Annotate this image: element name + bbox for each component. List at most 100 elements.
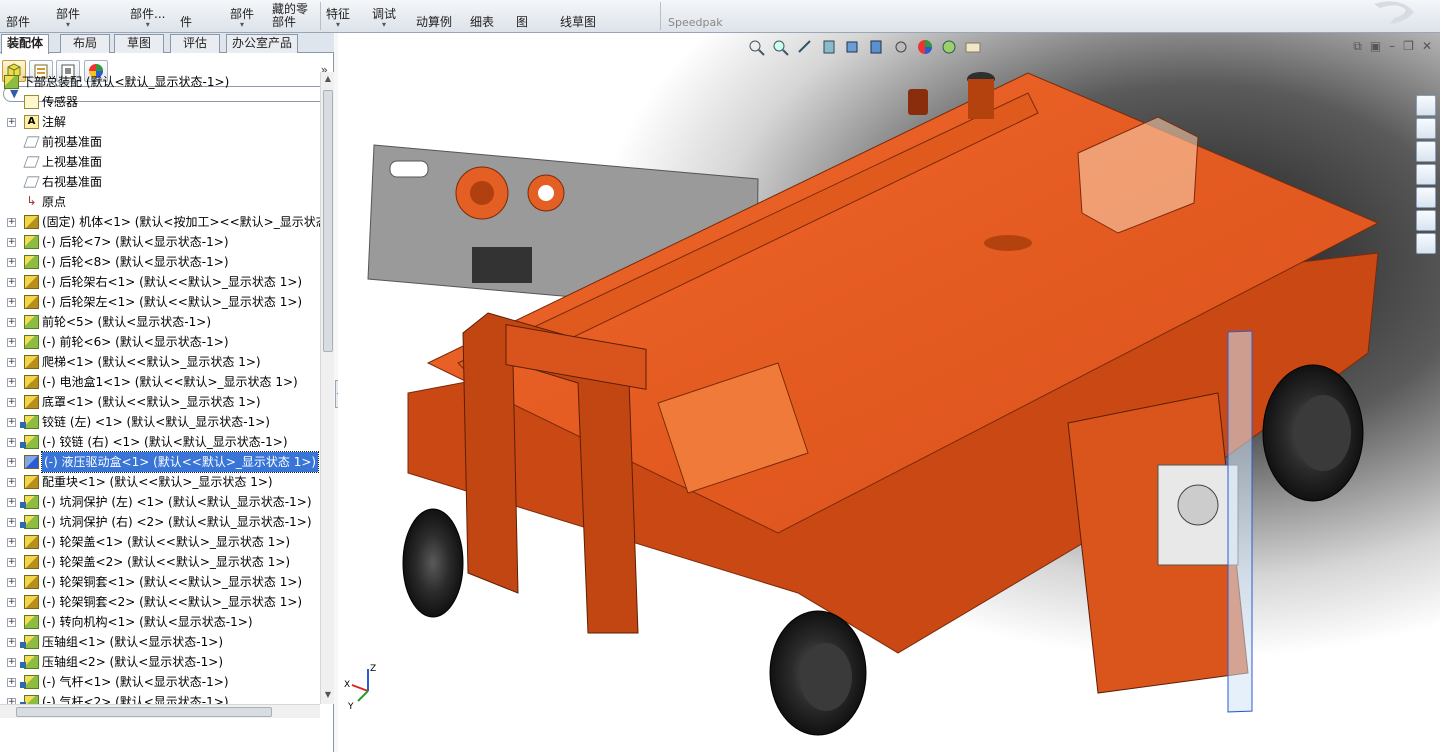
tree-expand-icon[interactable]: + (7, 338, 16, 347)
ribbon-button-0[interactable]: 部件 (6, 0, 30, 32)
scroll-up-icon[interactable]: ▲ (323, 74, 333, 86)
ribbon-button-8[interactable]: 调试 ▾ (372, 0, 396, 32)
tree-item[interactable]: + 铰链 (左) <1> (默认<默认_显示状态-1>) (0, 412, 320, 432)
ribbon-button-10[interactable]: 细表 (470, 0, 494, 32)
tree-item[interactable]: + (-) 轮架铜套<2> (默认<<默认>_显示状态 1>) (0, 592, 320, 612)
restore-viewport-icon[interactable]: ⧉ (1353, 39, 1362, 54)
tree-item[interactable]: + 前轮<5> (默认<显示状态-1>) (0, 312, 320, 332)
dropdown-caret-icon[interactable]: ▾ (240, 21, 244, 29)
tree-item[interactable]: 右视基准面 (0, 172, 320, 192)
tree-vertical-scrollbar[interactable]: ▲ ▼ (320, 72, 334, 704)
tree-item[interactable]: + (-) 铰链 (右) <1> (默认<默认_显示状态-1>) (0, 432, 320, 452)
apply-scene-icon[interactable] (938, 37, 960, 57)
tab-4[interactable]: 办公室产品 (226, 34, 298, 53)
dropdown-caret-icon[interactable]: ▾ (336, 21, 340, 29)
tree-item[interactable]: + (-) 液压驱动盒<1> (默认<<默认>_显示状态 1>) (0, 451, 320, 473)
tree-item[interactable]: 传感器 (0, 92, 320, 112)
previous-view-icon[interactable] (794, 37, 816, 57)
tree-expand-icon[interactable]: + (7, 478, 16, 487)
tab-1[interactable]: 布局 (60, 34, 110, 53)
tree-expand-icon[interactable]: + (7, 598, 16, 607)
ribbon-button-11[interactable]: 图 (516, 0, 528, 32)
zoom-to-fit-icon[interactable] (746, 37, 768, 57)
edit-appearance-icon[interactable] (914, 37, 936, 57)
tree-item[interactable]: + (-) 气杆<1> (默认<显示状态-1>) (0, 672, 320, 692)
tree-expand-icon[interactable]: + (7, 218, 16, 227)
tree-item[interactable]: + (-) 轮架盖<1> (默认<<默认>_显示状态 1>) (0, 532, 320, 552)
scroll-thumb[interactable] (323, 90, 333, 352)
tree-expand-icon[interactable]: + (7, 578, 16, 587)
view-orientation-icon[interactable] (842, 37, 864, 57)
tree-item[interactable]: + (-) 气杆<2> (默认<显示状态-1>) (0, 692, 320, 704)
tree-item[interactable]: + (-) 坑洞保护 (右) <2> (默认<默认_显示状态-1>) (0, 512, 320, 532)
display-style-icon[interactable] (866, 37, 888, 57)
ribbon-button-13[interactable]: Speedpak (668, 0, 723, 32)
tree-expand-icon[interactable]: + (7, 118, 16, 127)
hscroll-thumb[interactable] (16, 707, 272, 717)
ribbon-button-1[interactable]: 部件 ▾ (56, 0, 80, 32)
dropdown-caret-icon[interactable]: ▾ (66, 21, 70, 29)
minimize-icon[interactable]: – (1389, 39, 1395, 54)
tree-expand-icon[interactable]: + (7, 398, 16, 407)
tree-item[interactable]: + 压轴组<2> (默认<显示状态-1>) (0, 652, 320, 672)
zoom-to-area-icon[interactable] (770, 37, 792, 57)
tree-item[interactable]: + (-) 前轮<6> (默认<显示状态-1>) (0, 332, 320, 352)
scroll-down-icon[interactable]: ▼ (323, 690, 333, 702)
tree-item[interactable]: + (-) 电池盒1<1> (默认<<默认>_显示状态 1>) (0, 372, 320, 392)
tree-item[interactable]: 下部总装配 (默认<默认_显示状态-1>) (0, 72, 320, 92)
ribbon-button-7[interactable]: 特征 ▾ (326, 0, 350, 32)
ribbon-button-4[interactable]: 件 (180, 0, 192, 32)
tree-expand-icon[interactable]: + (7, 358, 16, 367)
design-library-icon[interactable] (1416, 141, 1436, 162)
file-explorer-icon[interactable] (1416, 164, 1436, 185)
tree-expand-icon[interactable]: + (7, 538, 16, 547)
ribbon-button-5[interactable]: 部件 ▾ (230, 0, 254, 32)
tile-viewport-icon[interactable]: ▣ (1370, 39, 1381, 54)
tree-item[interactable]: + (-) 转向机构<1> (默认<显示状态-1>) (0, 612, 320, 632)
tab-2[interactable]: 草图 (114, 34, 164, 53)
section-view-icon[interactable] (818, 37, 840, 57)
tree-item[interactable]: + (-) 后轮架右<1> (默认<<默认>_显示状态 1>) (0, 272, 320, 292)
tree-expand-icon[interactable]: + (7, 518, 16, 527)
custom-properties-icon[interactable] (1416, 233, 1436, 254)
tree-expand-icon[interactable]: + (7, 658, 16, 667)
tree-expand-icon[interactable]: + (7, 498, 16, 507)
view-palette-icon[interactable] (1416, 187, 1436, 208)
tree-expand-icon[interactable]: + (7, 318, 16, 327)
tree-item[interactable]: + 底罩<1> (默认<<默认>_显示状态 1>) (0, 392, 320, 412)
tree-expand-icon[interactable]: + (7, 438, 16, 447)
appearances-scenes-icon[interactable] (1416, 210, 1436, 231)
tree-expand-icon[interactable]: + (7, 418, 16, 427)
tree-expand-icon[interactable]: + (7, 238, 16, 247)
tree-item[interactable]: ↳ 原点 (0, 192, 320, 212)
ribbon-button-3[interactable]: 部件... ▾ (130, 0, 165, 32)
solidworks-resources-icon[interactable] (1416, 95, 1436, 116)
ribbon-button-6[interactable]: 藏的零 部件 (272, 0, 308, 32)
tree-expand-icon[interactable]: + (7, 638, 16, 647)
close-icon[interactable]: ✕ (1422, 39, 1432, 54)
tree-item[interactable]: + 配重块<1> (默认<<默认>_显示状态 1>) (0, 472, 320, 492)
tree-item[interactable]: + (-) 轮架铜套<1> (默认<<默认>_显示状态 1>) (0, 572, 320, 592)
tree-item[interactable]: + (-) 后轮<8> (默认<显示状态-1>) (0, 252, 320, 272)
tree-expand-icon[interactable]: + (7, 258, 16, 267)
tree-expand-icon[interactable]: + (7, 458, 16, 467)
tab-0[interactable]: 装配体 (1, 34, 49, 54)
tree-item[interactable]: + (-) 后轮架左<1> (默认<<默认>_显示状态 1>) (0, 292, 320, 312)
tree-expand-icon[interactable]: + (7, 558, 16, 567)
graphics-area[interactable]: ⧉ ▣ – ❐ ✕ Z X Y (338, 33, 1440, 752)
dropdown-caret-icon[interactable]: ▾ (382, 21, 386, 29)
home-icon[interactable] (1416, 118, 1436, 139)
ribbon-button-12[interactable]: 线草图 (560, 0, 596, 32)
ribbon-button-9[interactable]: 动算例 (416, 0, 452, 32)
tree-item[interactable]: + (-) 后轮<7> (默认<显示状态-1>) (0, 232, 320, 252)
tree-item[interactable]: + A 注解 (0, 112, 320, 132)
tree-horizontal-scrollbar[interactable] (0, 704, 320, 718)
tree-expand-icon[interactable]: + (7, 618, 16, 627)
tree-item[interactable]: + (-) 坑洞保护 (左) <1> (默认<默认_显示状态-1>) (0, 492, 320, 512)
tree-item[interactable]: 前视基准面 (0, 132, 320, 152)
tree-expand-icon[interactable]: + (7, 278, 16, 287)
maximize-icon[interactable]: ❐ (1403, 39, 1414, 54)
tree-expand-icon[interactable]: + (7, 378, 16, 387)
tree-item[interactable]: + 爬梯<1> (默认<<默认>_显示状态 1>) (0, 352, 320, 372)
tree-item[interactable]: + (固定) 机体<1> (默认<按加工><<默认>_显示状态 (0, 212, 320, 232)
